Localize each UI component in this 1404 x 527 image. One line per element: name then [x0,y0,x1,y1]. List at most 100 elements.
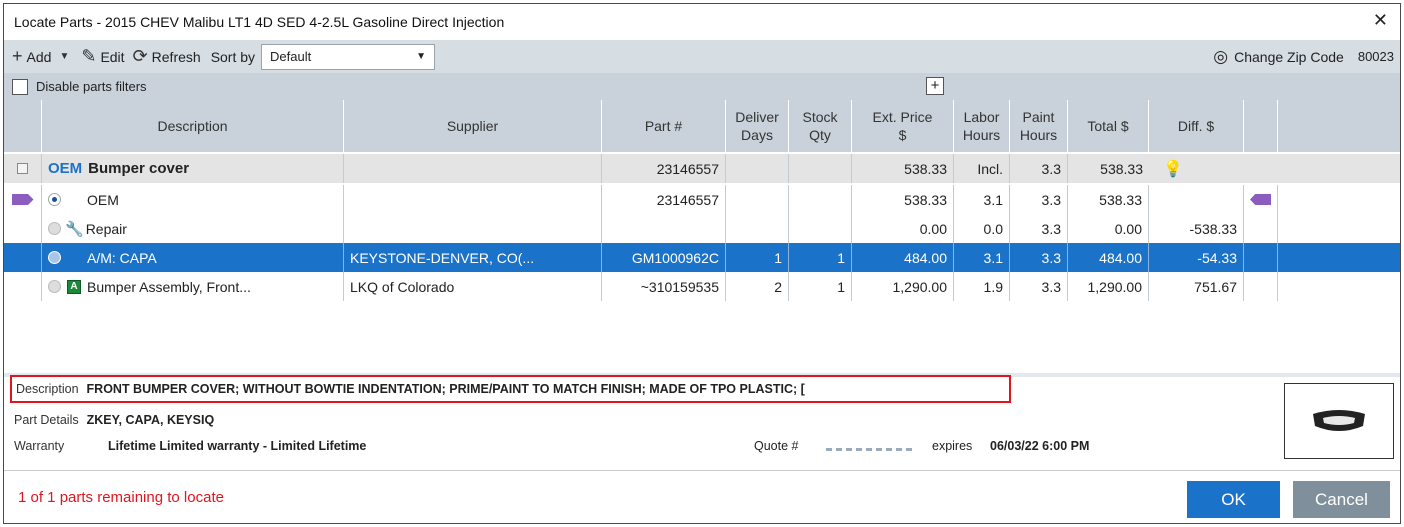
table-row-selected[interactable]: A/M: CAPA KEYSTONE-DENVER, CO(... GM1000… [4,243,1400,272]
lightbulb-icon[interactable]: 💡 [1149,154,1244,183]
warranty-label: Warranty [14,439,65,453]
row-description: OEM [42,185,344,214]
add-dropdown-icon[interactable]: ▼ [59,51,69,62]
group-name: Bumper cover [88,160,190,177]
row-labor: 3.1 [954,243,1010,272]
bumper-image-icon [1313,410,1365,431]
wrench-icon: 🔧 [65,220,84,238]
part-details-label: Part Details [14,413,79,427]
col-deliver-days[interactable]: Deliver Days [726,100,789,152]
zip-code-value: 80023 [1357,49,1394,64]
col-paint-hours[interactable]: Paint Hours [1010,100,1068,152]
col-supplier[interactable]: Supplier [344,100,602,152]
table-row[interactable]: OEM 23146557 538.33 3.1 3.3 538.33 [4,185,1400,214]
group-description: OEM Bumper cover [42,154,344,183]
cancel-button[interactable]: Cancel [1293,481,1390,518]
title-bar: Locate Parts - 2015 CHEV Malibu LT1 4D S… [4,4,1400,40]
location-pin-icon: ◎ [1213,46,1229,66]
row-part: ~310159535 [602,272,726,301]
warranty-line: Warranty Lifetime Limited warranty - Lim… [14,439,1284,453]
tag-left-icon [4,185,42,214]
description-detail: Description FRONT BUMPER COVER; WITHOUT … [10,375,1011,403]
row-desc-text: Bumper Assembly, Front... [87,278,251,295]
col-deliver-line1: Deliver [735,109,779,125]
group-collapse-icon[interactable] [4,154,42,183]
oem-tag: OEM [48,160,83,177]
table-row[interactable]: A Bumper Assembly, Front... LKQ of Color… [4,272,1400,301]
group-part: 23146557 [602,154,726,183]
table-header: Description Supplier Part # Deliver Days… [4,100,1400,152]
pencil-icon: ✎ [81,46,97,66]
expand-plus-icon[interactable]: + [926,77,944,95]
row-deliver: 2 [726,272,789,301]
radio-repair[interactable] [48,222,61,235]
row-description: A/M: CAPA [42,243,344,272]
radio-bumper-assembly[interactable] [48,280,61,293]
group-ext: 538.33 [852,154,954,183]
toolbar: + Add ▼ ✎ Edit ⟳ Refresh Sort by Default… [4,40,1400,73]
row-diff: -54.33 [1149,243,1244,272]
refresh-button[interactable]: ⟳ Refresh [133,46,201,67]
row-stock [789,185,852,214]
row-total: 1,290.00 [1068,272,1149,301]
row-paint: 3.3 [1010,214,1068,243]
plus-icon: + [12,46,23,66]
col-ext-line2: $ [898,127,907,143]
row-stock: 1 [789,272,852,301]
sort-by-value: Default [270,49,312,64]
row-paint: 3.3 [1010,272,1068,301]
row-ext: 538.33 [852,185,954,214]
edit-button[interactable]: ✎ Edit [81,46,124,67]
row-stock: 1 [789,243,852,272]
radio-oem[interactable] [48,193,61,206]
col-labor-hours[interactable]: Labor Hours [954,100,1010,152]
row-labor: 3.1 [954,185,1010,214]
window-title: Locate Parts - 2015 CHEV Malibu LT1 4D S… [14,14,505,30]
close-icon[interactable]: ✕ [1373,10,1388,31]
add-button[interactable]: + Add ▼ [12,46,73,67]
alternate-part-icon: A [67,279,81,294]
row-supplier: KEYSTONE-DENVER, CO(... [344,243,602,272]
change-zip-label: Change Zip Code [1234,48,1344,65]
description-value: FRONT BUMPER COVER; WITHOUT BOWTIE INDEN… [86,382,805,396]
description-label: Description [16,382,79,396]
group-row-bumper-cover[interactable]: OEM Bumper cover 23146557 538.33 Incl. 3… [4,154,1400,183]
row-diff: 751.67 [1149,272,1244,301]
quote-label: Quote # [754,439,799,453]
col-stock-qty[interactable]: Stock Qty [789,100,852,152]
row-desc-text: Repair [85,220,127,237]
dialog-footer: 1 of 1 parts remaining to locate OK Canc… [4,470,1400,525]
col-paint-line2: Hours [1019,127,1058,143]
col-part[interactable]: Part # [602,100,726,152]
radio-am-capa[interactable] [48,251,61,264]
col-diff[interactable]: Diff. $ [1149,100,1244,152]
quote-number-redacted [826,448,912,451]
chevron-down-icon: ▼ [416,51,427,62]
ok-button[interactable]: OK [1187,481,1280,518]
sort-by-select[interactable]: Default ▼ [261,43,436,70]
expires-label: expires [932,439,973,453]
col-total[interactable]: Total $ [1068,100,1149,152]
row-diff: -538.33 [1149,214,1244,243]
row-total: 0.00 [1068,214,1149,243]
row-labor: 0.0 [954,214,1010,243]
row-deliver: 1 [726,243,789,272]
col-description[interactable]: Description [42,100,344,152]
col-paint-line1: Paint [1022,109,1055,125]
row-paint: 3.3 [1010,185,1068,214]
row-description: A Bumper Assembly, Front... [42,272,344,301]
col-ext-price[interactable]: Ext. Price $ [852,100,954,152]
row-deliver [726,214,789,243]
part-thumbnail[interactable] [1284,383,1394,459]
table-row[interactable]: 🔧 Repair 0.00 0.0 3.3 0.00 -538.33 [4,214,1400,243]
disable-filters-checkbox[interactable] [12,78,28,95]
change-zip-code[interactable]: ◎ Change Zip Code 80023 [1213,40,1394,73]
row-total: 538.33 [1068,185,1149,214]
row-diff [1149,185,1244,214]
group-paint: 3.3 [1010,154,1068,183]
refresh-label: Refresh [151,48,201,65]
group-labor: Incl. [954,154,1010,183]
row-supplier [344,185,602,214]
row-total: 484.00 [1068,243,1149,272]
parts-remaining-status: 1 of 1 parts remaining to locate [18,489,224,506]
